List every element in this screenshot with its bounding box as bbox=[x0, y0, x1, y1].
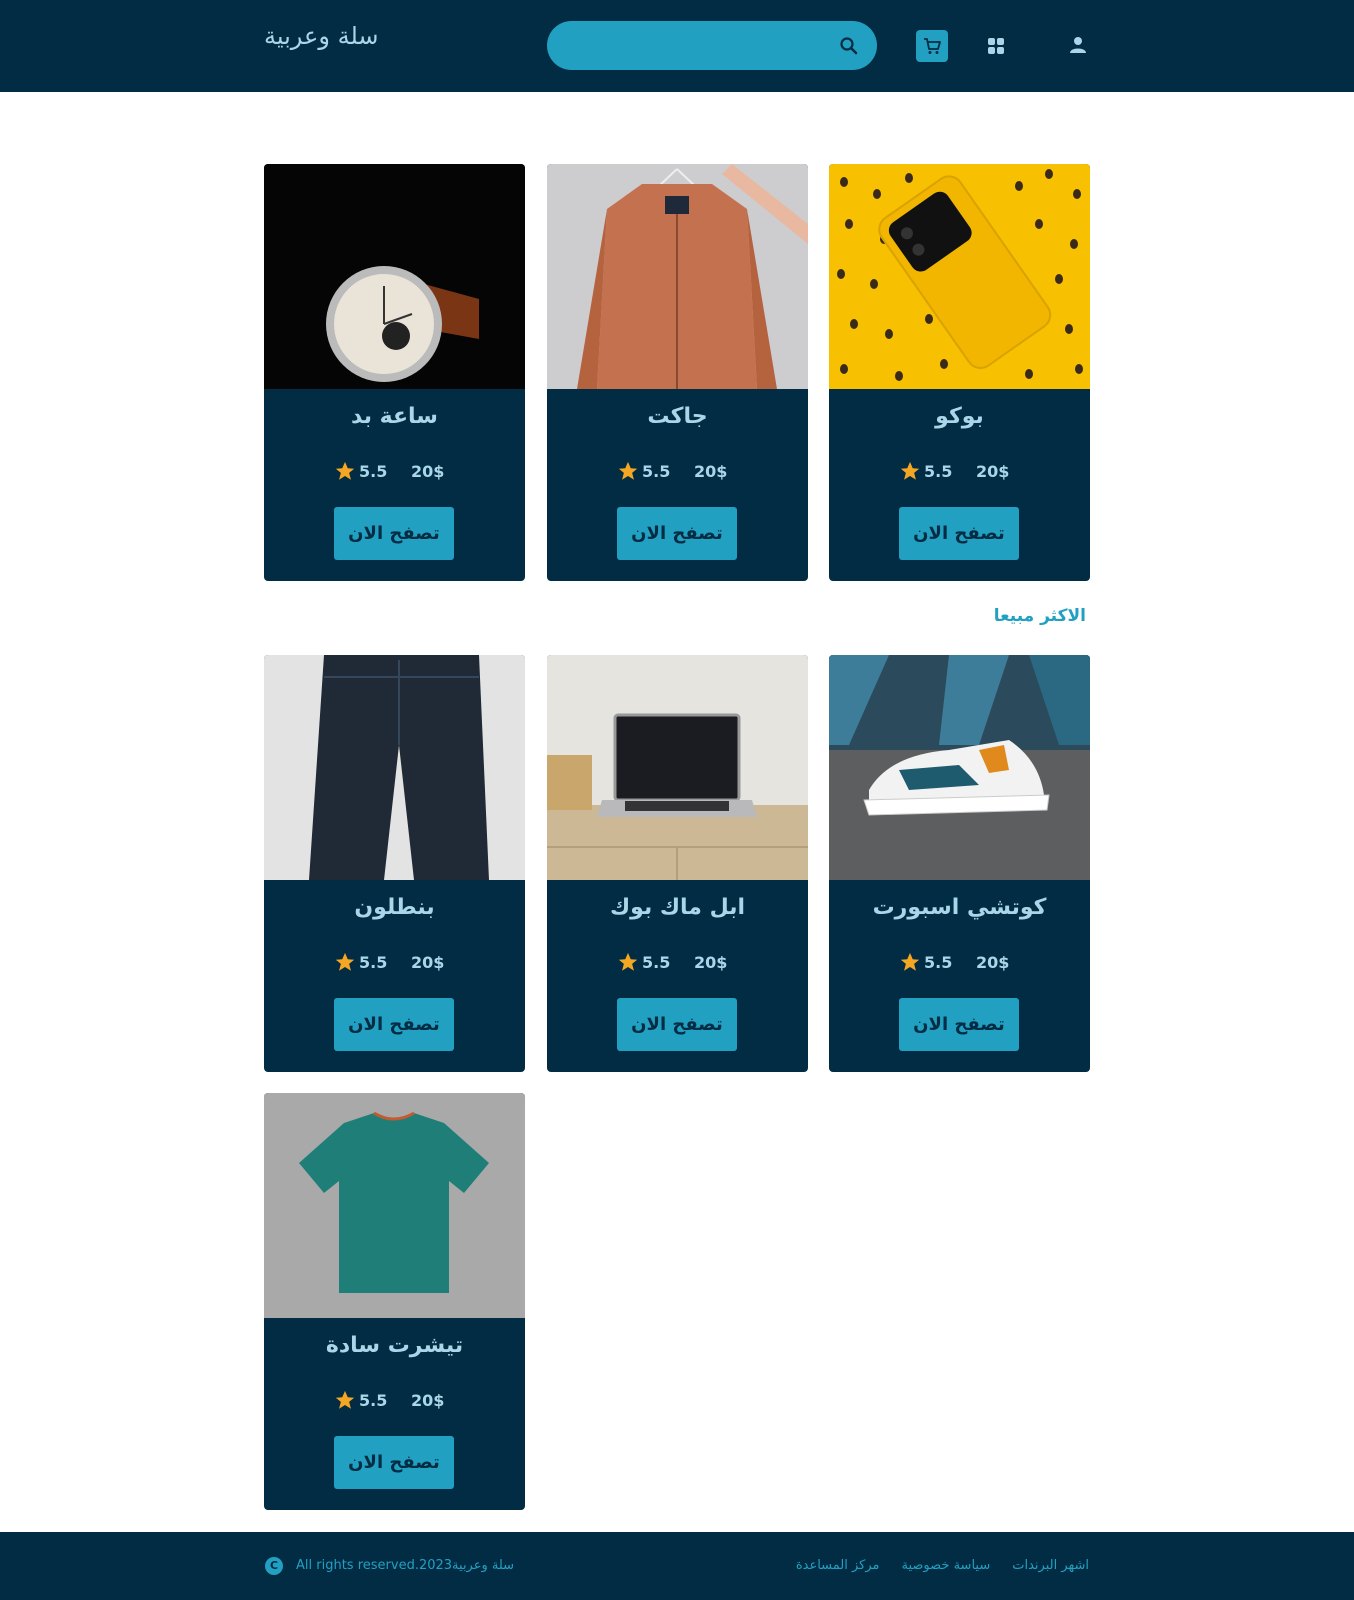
browse-now-button[interactable]: تصفح الان bbox=[617, 507, 737, 560]
product-card: بنطلون 5.5 20$ تصفح الان bbox=[264, 655, 525, 1072]
product-price: 20$ bbox=[976, 953, 1010, 972]
product-name: بنطلون bbox=[354, 895, 435, 920]
product-rating: 5.5 bbox=[642, 953, 671, 972]
product-rating: 5.5 bbox=[359, 1391, 388, 1410]
user-account-icon[interactable] bbox=[1068, 35, 1088, 55]
product-price: 20$ bbox=[694, 462, 728, 481]
product-name: كوتشي اسبورت bbox=[872, 895, 1047, 920]
browse-now-button[interactable]: تصفح الان bbox=[334, 998, 454, 1051]
categories-grid-icon[interactable] bbox=[986, 36, 1006, 56]
product-meta: 5.5 20$ bbox=[264, 460, 525, 484]
product-rating: 5.5 bbox=[924, 462, 953, 481]
best-sellers-title: الاكثر مبيعا bbox=[993, 606, 1086, 626]
browse-now-button[interactable]: تصفح الان bbox=[334, 507, 454, 560]
product-name: بوكو bbox=[935, 404, 984, 429]
product-meta: 5.5 20$ bbox=[547, 951, 808, 975]
footer-link-privacy[interactable]: سياسة خصوصية bbox=[902, 1558, 991, 1573]
product-name: تيشرت سادة bbox=[325, 1333, 464, 1358]
product-image-poco[interactable] bbox=[829, 164, 1090, 389]
cart-icon bbox=[924, 38, 941, 54]
product-name: جاكت bbox=[647, 404, 708, 429]
product-rating: 5.5 bbox=[359, 462, 388, 481]
browse-now-button[interactable]: تصفح الان bbox=[899, 998, 1019, 1051]
product-card: كوتشي اسبورت 5.5 20$ تصفح الان bbox=[829, 655, 1090, 1072]
star-icon bbox=[618, 461, 638, 480]
product-rating: 5.5 bbox=[359, 953, 388, 972]
header: سلة وعربية bbox=[0, 0, 1354, 92]
product-name: ابل ماك بوك bbox=[609, 895, 746, 920]
product-image-tshirt[interactable] bbox=[264, 1093, 525, 1318]
product-card: ابل ماك بوك 5.5 20$ تصفح الان bbox=[547, 655, 808, 1072]
footer-link-help-center[interactable]: مركز المساعدة bbox=[796, 1558, 880, 1573]
copyright-text: All rights reserved.سلة وعربية2023 bbox=[296, 1558, 515, 1573]
product-price: 20$ bbox=[411, 462, 445, 481]
product-image-macbook[interactable] bbox=[547, 655, 808, 880]
product-rating: 5.5 bbox=[924, 953, 953, 972]
browse-now-button[interactable]: تصفح الان bbox=[334, 1436, 454, 1489]
product-meta: 5.5 20$ bbox=[264, 951, 525, 975]
product-price: 20$ bbox=[411, 1391, 445, 1410]
product-image-jeans[interactable] bbox=[264, 655, 525, 880]
product-card: جاكت 5.5 20$ تصفح الان bbox=[547, 164, 808, 581]
product-card: تيشرت سادة 5.5 20$ تصفح الان bbox=[264, 1093, 525, 1510]
browse-now-button[interactable]: تصفح الان bbox=[617, 998, 737, 1051]
product-price: 20$ bbox=[976, 462, 1010, 481]
product-card: ساعة بد 5.5 20$ تصفح الان bbox=[264, 164, 525, 581]
search-icon[interactable] bbox=[839, 36, 859, 56]
footer: C All rights reserved.سلة وعربية2023 اشه… bbox=[0, 1532, 1354, 1600]
star-icon bbox=[900, 461, 920, 480]
site-logo[interactable]: سلة وعربية bbox=[264, 22, 379, 50]
copyright-icon: C bbox=[265, 1557, 283, 1575]
star-icon bbox=[335, 461, 355, 480]
product-card: بوكو 5.5 20$ تصفح الان bbox=[829, 164, 1090, 581]
product-rating: 5.5 bbox=[642, 462, 671, 481]
star-icon bbox=[335, 1390, 355, 1409]
star-icon bbox=[900, 952, 920, 971]
footer-link-brands[interactable]: اشهر البرندات bbox=[1012, 1558, 1089, 1573]
footer-links: اشهر البرندات سياسة خصوصية مركز المساعدة bbox=[796, 1558, 1089, 1573]
product-image-sneaker[interactable] bbox=[829, 655, 1090, 880]
star-icon bbox=[335, 952, 355, 971]
product-image-watch[interactable] bbox=[264, 164, 525, 389]
cart-button[interactable] bbox=[916, 30, 948, 62]
product-image-jacket[interactable] bbox=[547, 164, 808, 389]
search-bar bbox=[547, 21, 877, 70]
star-icon bbox=[618, 952, 638, 971]
product-meta: 5.5 20$ bbox=[547, 460, 808, 484]
product-meta: 5.5 20$ bbox=[829, 951, 1090, 975]
product-meta: 5.5 20$ bbox=[264, 1389, 525, 1413]
search-input[interactable] bbox=[567, 21, 827, 70]
product-name: ساعة بد bbox=[351, 404, 438, 429]
product-price: 20$ bbox=[411, 953, 445, 972]
product-meta: 5.5 20$ bbox=[829, 460, 1090, 484]
product-price: 20$ bbox=[694, 953, 728, 972]
browse-now-button[interactable]: تصفح الان bbox=[899, 507, 1019, 560]
